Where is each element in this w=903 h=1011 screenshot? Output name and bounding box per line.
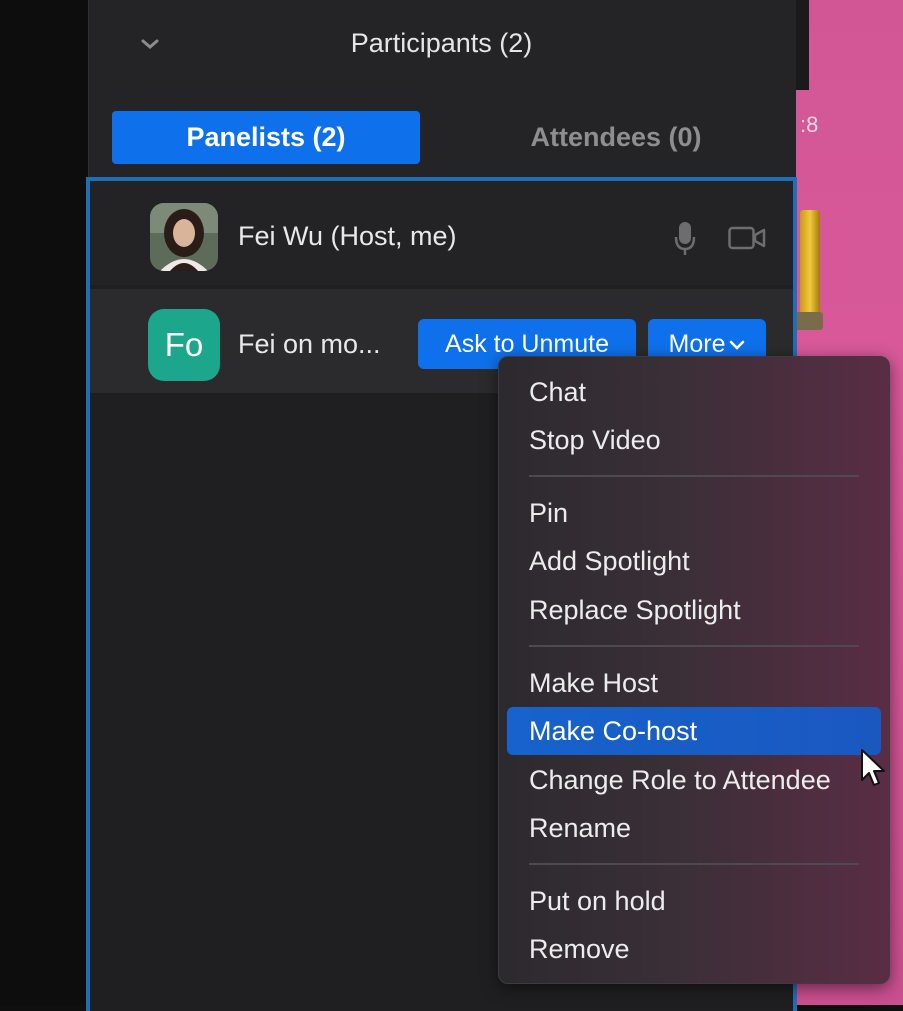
avatar: Fo xyxy=(148,309,220,381)
menu-item-add-spotlight[interactable]: Add Spotlight xyxy=(529,546,690,577)
menu-item-make-host[interactable]: Make Host xyxy=(529,668,658,699)
menu-item-remove[interactable]: Remove xyxy=(529,934,630,965)
menu-separator xyxy=(529,863,859,865)
more-button-label: More xyxy=(668,330,726,358)
mouse-pointer-icon xyxy=(860,748,888,793)
menu-item-make-co-host[interactable]: Make Co-host xyxy=(529,716,697,747)
tab-attendees[interactable]: Attendees (0) xyxy=(470,111,762,164)
participant-context-menu: Chat Stop Video Pin Add Spotlight Replac… xyxy=(498,356,890,984)
participant-name: Fei on mo... xyxy=(238,329,381,359)
tab-panelists[interactable]: Panelists (2) xyxy=(112,111,420,164)
panel-title: Participants (2) xyxy=(350,28,533,58)
menu-item-chat[interactable]: Chat xyxy=(529,377,586,408)
menu-item-pin[interactable]: Pin xyxy=(529,498,568,529)
video-camera-icon[interactable] xyxy=(728,226,766,255)
desktop-folder-base xyxy=(795,312,823,330)
desktop-window-edge xyxy=(795,0,809,90)
menu-item-put-on-hold[interactable]: Put on hold xyxy=(529,886,666,917)
menu-item-change-role-to-attendee[interactable]: Change Role to Attendee xyxy=(529,765,831,796)
menu-item-stop-video[interactable]: Stop Video xyxy=(529,425,661,456)
avatar xyxy=(150,203,218,271)
menu-separator xyxy=(529,475,859,477)
participant-name: Fei Wu (Host, me) xyxy=(238,221,457,251)
microphone-icon[interactable] xyxy=(674,221,696,262)
menu-item-rename[interactable]: Rename xyxy=(529,813,631,844)
menu-item-replace-spotlight[interactable]: Replace Spotlight xyxy=(529,595,741,626)
menu-separator xyxy=(529,645,859,647)
participant-row-host[interactable]: Fei Wu (Host, me) xyxy=(90,181,793,285)
desktop-text-fragment: :8 xyxy=(800,112,819,137)
left-dark-area xyxy=(0,0,88,1005)
